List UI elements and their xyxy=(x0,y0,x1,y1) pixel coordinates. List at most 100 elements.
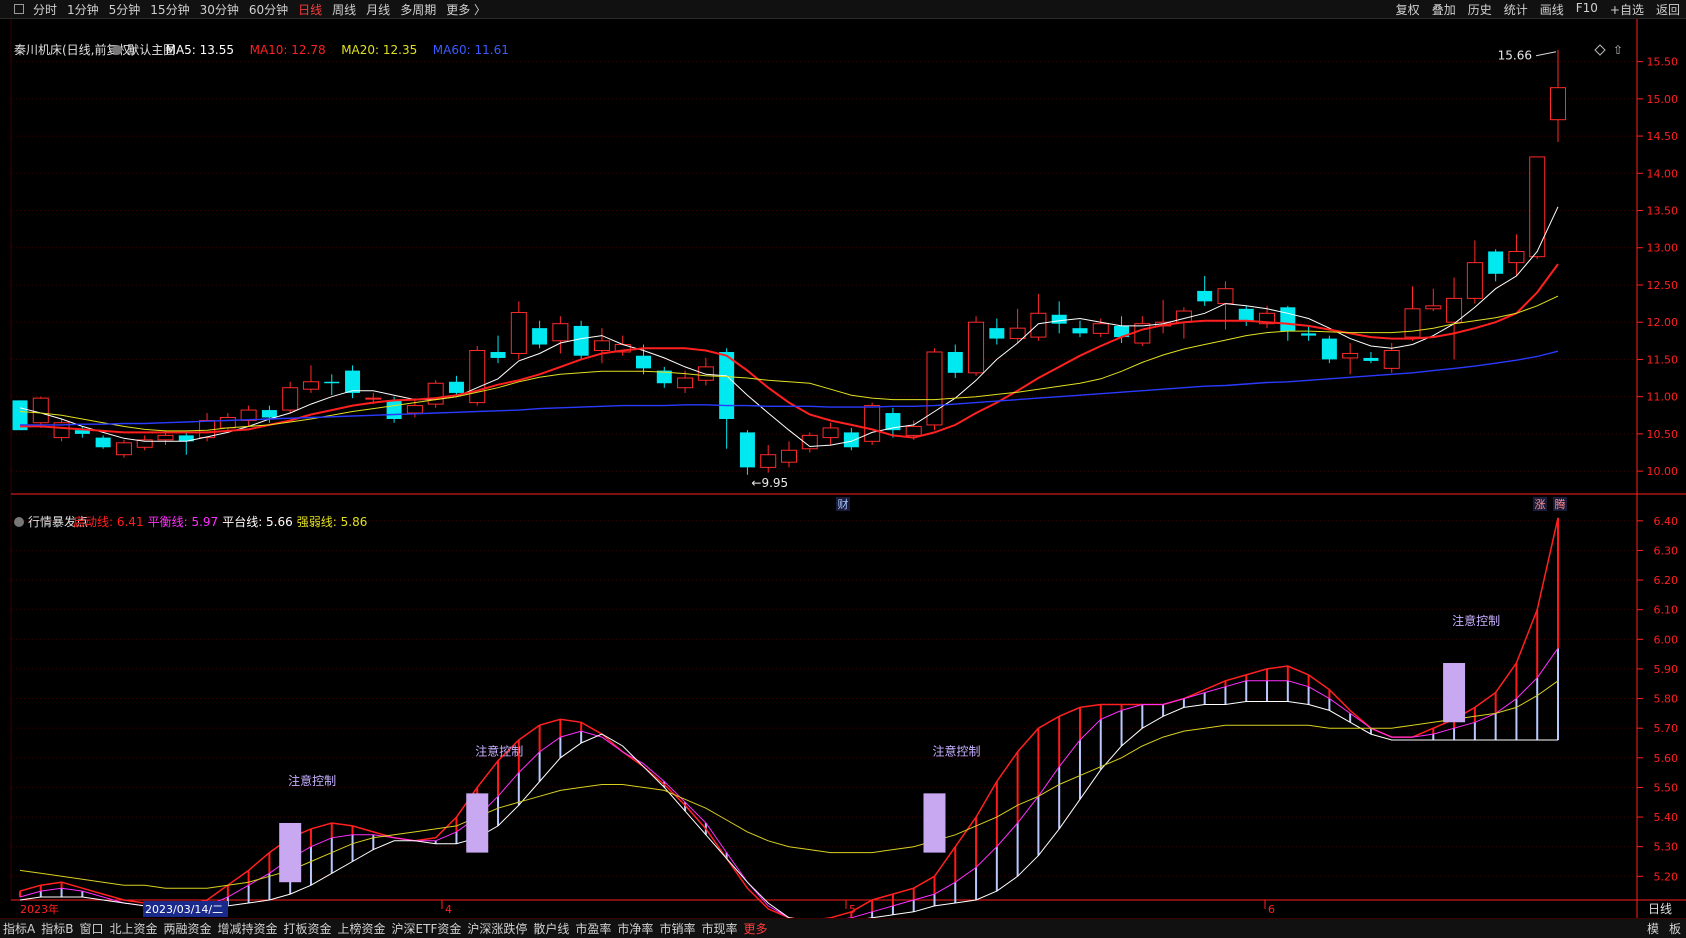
period-tab-2[interactable]: 5分钟 xyxy=(104,1,146,18)
candle-body-down[interactable] xyxy=(1280,307,1296,332)
period-tab-10[interactable]: 更多 〉 xyxy=(441,1,491,18)
bottom-tab-6[interactable]: 打板资金 xyxy=(281,920,335,937)
candle-body-down[interactable] xyxy=(1072,328,1088,334)
candle-body-up[interactable] xyxy=(1466,262,1483,299)
candle-body-down[interactable] xyxy=(636,355,652,369)
teng-marker[interactable]: 腾 xyxy=(1555,497,1566,511)
candle-body-up[interactable] xyxy=(593,340,610,351)
chart-area[interactable]: 15.50 15.00 14.50 14.00 13.50 13.00 12.50 12.00… xyxy=(0,19,1686,918)
toolbar-button-5[interactable]: F10 xyxy=(1570,1,1604,18)
candle-body-up[interactable] xyxy=(1092,323,1109,334)
candle-body-up[interactable] xyxy=(822,427,839,439)
candle-body-up[interactable] xyxy=(1383,349,1400,369)
toolbar-button-1[interactable]: 叠加 xyxy=(1426,1,1462,18)
candle-body-up[interactable] xyxy=(926,351,943,426)
bottom-tab-15[interactable]: 更多 xyxy=(740,920,770,937)
candle-body-up[interactable] xyxy=(1529,156,1546,258)
candle-body-down[interactable] xyxy=(1321,338,1337,360)
period-tab-9[interactable]: 多周期 xyxy=(395,1,441,18)
candle-body-down[interactable] xyxy=(386,400,402,419)
candle-body-down[interactable] xyxy=(719,351,735,419)
bottom-tab-1[interactable]: 指标B xyxy=(38,920,76,937)
bottom-tab-7[interactable]: 上榜资金 xyxy=(335,920,389,937)
candle-body-up[interactable] xyxy=(677,377,694,389)
candle-body-up[interactable] xyxy=(1009,327,1026,340)
candle-body-up[interactable] xyxy=(1030,312,1047,338)
toolbar-button-3[interactable]: 统计 xyxy=(1498,1,1534,18)
period-tab-6[interactable]: 日线 xyxy=(293,1,327,18)
candle-body-down[interactable] xyxy=(1197,290,1213,302)
toolbar-button-6[interactable]: +自选 xyxy=(1604,1,1650,18)
candle-body-up[interactable] xyxy=(905,425,922,436)
period-tab-3[interactable]: 15分钟 xyxy=(145,1,194,18)
candle-body-up[interactable] xyxy=(406,405,423,414)
candle-body-up[interactable] xyxy=(552,323,569,342)
candle-body-up[interactable] xyxy=(760,454,777,468)
candle-body-down[interactable] xyxy=(989,328,1005,339)
diamond-icon[interactable] xyxy=(1594,44,1606,56)
period-tab-8[interactable]: 月线 xyxy=(361,1,395,18)
bottom-tab-11[interactable]: 市盈率 xyxy=(572,920,614,937)
candle-body-up[interactable] xyxy=(219,417,236,429)
candle-body-up[interactable] xyxy=(1175,310,1192,323)
template-dropdown-icon[interactable] xyxy=(112,45,123,55)
candle-body-down[interactable] xyxy=(1363,357,1379,361)
candle-body-down[interactable] xyxy=(345,370,361,393)
candle-body-up[interactable] xyxy=(427,382,444,405)
candle-body-up[interactable] xyxy=(365,397,382,400)
bottom-tab-10[interactable]: 散户线 xyxy=(530,920,572,937)
candle-body-down[interactable] xyxy=(1238,308,1254,321)
toolbar-button-0[interactable]: 复权 xyxy=(1390,1,1426,18)
candle-body-down[interactable] xyxy=(739,432,755,468)
bottom-tab-12[interactable]: 市净率 xyxy=(614,920,656,937)
candle-body-up[interactable] xyxy=(199,419,216,439)
candle-body-down[interactable] xyxy=(1301,333,1317,336)
candle-body-down[interactable] xyxy=(843,432,859,448)
candle-body-up[interactable] xyxy=(1425,305,1442,310)
period-tab-4[interactable]: 30分钟 xyxy=(195,1,244,18)
candle-body-up[interactable] xyxy=(1508,250,1525,264)
candle-body-down[interactable] xyxy=(324,381,340,384)
up-arrow-icon[interactable]: ⇧ xyxy=(1613,43,1623,57)
candle-body-up[interactable] xyxy=(1342,352,1359,359)
candle-body-up[interactable] xyxy=(864,405,881,442)
bottom-tab-0[interactable]: 指标A xyxy=(0,920,38,937)
toolbar-button-2[interactable]: 历史 xyxy=(1462,1,1498,18)
candle-body-down[interactable] xyxy=(573,325,589,356)
toolbar-button-7[interactable]: 返回 xyxy=(1650,1,1686,18)
candle-body-up[interactable] xyxy=(1217,288,1234,305)
candle-body-up[interactable] xyxy=(510,312,527,354)
candle-body-up[interactable] xyxy=(115,442,132,456)
candle-body-up[interactable] xyxy=(968,321,985,374)
bottom-tab-13[interactable]: 市销率 xyxy=(656,920,698,937)
cai-marker[interactable]: 财 xyxy=(838,497,849,511)
candle-body-down[interactable] xyxy=(947,351,963,373)
candle-body-down[interactable] xyxy=(448,381,464,393)
period-tab-7[interactable]: 周线 xyxy=(327,1,361,18)
candle-body-down[interactable] xyxy=(1488,251,1504,274)
side-period-label[interactable]: 日线 xyxy=(1648,902,1672,916)
indicator-dropdown-icon[interactable] xyxy=(14,517,24,527)
bottom-right-button-1[interactable]: 板 xyxy=(1664,920,1686,937)
candle-body-down[interactable] xyxy=(1051,314,1067,324)
candle-body-up[interactable] xyxy=(781,449,797,463)
candle-body-up[interactable] xyxy=(157,434,174,441)
period-tab-0[interactable]: 分时 xyxy=(28,1,62,18)
toolbar-button-4[interactable]: 画线 xyxy=(1534,1,1570,18)
candle-body-down[interactable] xyxy=(261,410,277,418)
candle-body-up[interactable] xyxy=(1550,87,1566,121)
bottom-tab-9[interactable]: 沪深涨跌停 xyxy=(464,920,530,937)
candle-body-down[interactable] xyxy=(490,351,506,358)
candle-body-up[interactable] xyxy=(1134,323,1151,344)
bottom-right-button-0[interactable]: 模 xyxy=(1642,920,1664,937)
candle-body-up[interactable] xyxy=(1404,308,1421,338)
candle-body-down[interactable] xyxy=(95,437,111,448)
candle-body-down[interactable] xyxy=(532,328,548,345)
period-tab-1[interactable]: 1分钟 xyxy=(62,1,104,18)
window-icon[interactable] xyxy=(14,4,24,14)
cursor-date-label[interactable]: 2023/03/14/二 xyxy=(145,903,223,916)
candle-body-up[interactable] xyxy=(697,366,714,381)
bottom-tab-8[interactable]: 沪深ETF资金 xyxy=(389,920,465,937)
zhang-marker[interactable]: 涨 xyxy=(1535,498,1546,511)
bottom-tab-4[interactable]: 两融资金 xyxy=(160,920,214,937)
